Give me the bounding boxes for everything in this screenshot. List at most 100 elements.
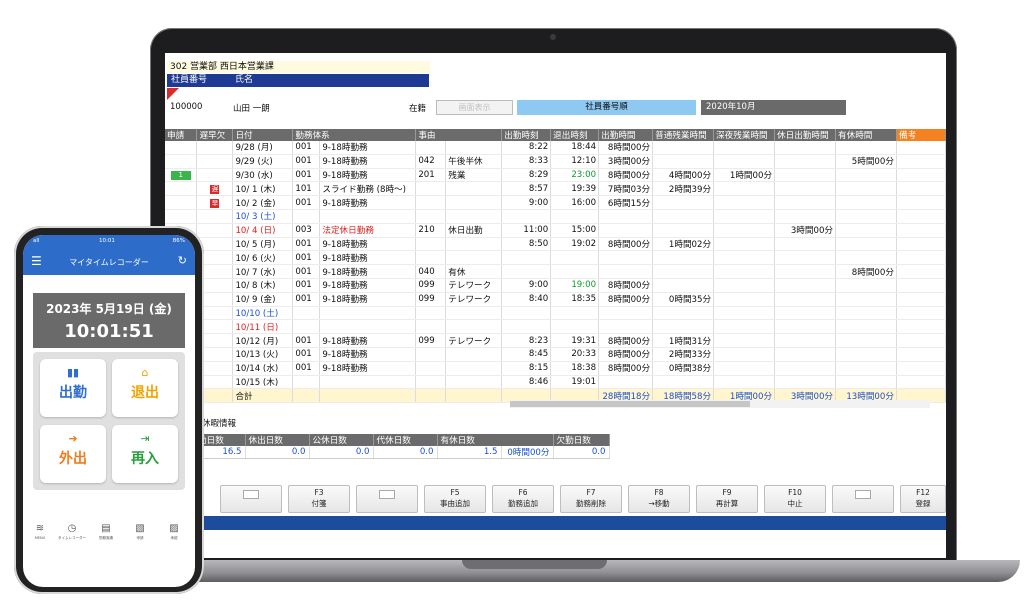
cell-shift-name[interactable]: 9-18時勤務 <box>319 195 417 210</box>
cell-holiday-work[interactable] <box>774 333 837 348</box>
cell-clock-in[interactable]: 8:45 <box>501 347 552 362</box>
cell-shift-code[interactable]: 001 <box>292 154 321 169</box>
cell-paid-leave[interactable] <box>835 181 897 197</box>
cell-reason-name[interactable] <box>445 375 503 390</box>
cell-date[interactable]: 10/10 (土) <box>232 306 294 321</box>
cell-remarks[interactable] <box>896 264 946 279</box>
nav-request[interactable]: ▧ 申請 <box>125 523 155 541</box>
cell-clock-in[interactable]: 8:15 <box>501 361 552 376</box>
cell-work-hours[interactable] <box>598 223 654 238</box>
cell-holiday-work[interactable] <box>774 181 837 197</box>
cell-shift-code[interactable]: 001 <box>292 361 321 376</box>
cell-remarks[interactable] <box>896 292 946 307</box>
cell-date[interactable]: 10/ 8 (木) <box>232 278 294 293</box>
cell-remarks[interactable] <box>896 361 946 376</box>
cell-clock-out[interactable]: 19:01 <box>550 375 600 390</box>
cell-shift-code[interactable]: 001 <box>292 264 321 279</box>
cell-overtime[interactable]: 1時間02分 <box>652 237 715 252</box>
cell-reason-name[interactable]: 午後半休 <box>445 154 503 169</box>
cell-overtime[interactable] <box>652 223 715 238</box>
table-row[interactable]: 10/12 (月) 001 9-18時勤務 099 テレワーク 8:23 19:31 8時間0… <box>165 333 946 348</box>
cell-remarks[interactable] <box>896 141 946 155</box>
cell-night-overtime[interactable] <box>713 223 776 238</box>
cell-reason-name[interactable]: 休日出勤 <box>445 223 503 238</box>
cell-clock-out[interactable]: 19:39 <box>550 181 600 197</box>
cell-date[interactable]: 10/ 4 (日) <box>232 223 294 238</box>
nav-menu[interactable]: ≋ MENU <box>25 523 55 541</box>
cell-reason-name[interactable] <box>445 250 503 266</box>
cell-overtime[interactable] <box>652 375 715 390</box>
table-row[interactable]: 10/ 8 (木) 001 9-18時勤務 099 テレワーク 9:00 19:00 8時間0… <box>165 278 946 293</box>
cell-date[interactable]: 10/15 (木) <box>232 375 294 390</box>
cell-reason-code[interactable]: 099 <box>415 292 447 307</box>
cell-reason-code[interactable]: 201 <box>415 168 447 183</box>
nav-attendance[interactable]: ▤ 勤務実績 <box>91 523 121 541</box>
employee-number[interactable]: 100000 <box>170 102 202 112</box>
cell-reason-name[interactable]: 残業 <box>445 168 503 183</box>
cell-remarks[interactable] <box>896 195 946 210</box>
cell-clock-out[interactable] <box>550 306 600 321</box>
clock-out-button[interactable]: ⌂ 退出 <box>112 359 178 417</box>
cell-clock-in[interactable]: 8:23 <box>501 333 552 348</box>
cell-work-hours[interactable] <box>598 209 654 224</box>
fkey-f3-button[interactable]: F3 付箋 <box>288 485 350 513</box>
fkey-f7-button[interactable]: F7 勤務削除 <box>560 485 622 513</box>
cell-clock-out[interactable]: 19:02 <box>550 237 600 252</box>
cell-overtime[interactable]: 0時間38分 <box>652 361 715 376</box>
fkey-blank-button[interactable] <box>356 485 418 513</box>
cell-shift-code[interactable]: 101 <box>292 181 321 197</box>
cell-night-overtime[interactable] <box>713 319 776 335</box>
cell-shift-name[interactable]: 9-18時勤務 <box>319 250 417 266</box>
cell-overtime[interactable] <box>652 319 715 335</box>
cell-holiday-work[interactable] <box>774 209 837 224</box>
cell-clock-in[interactable]: 8:40 <box>501 292 552 307</box>
cell-shift-name[interactable]: 9-18時勤務 <box>319 237 417 252</box>
cell-reason-code[interactable]: 210 <box>415 223 447 238</box>
cell-clock-out[interactable]: 16:00 <box>550 195 600 210</box>
cell-shift-name[interactable] <box>319 375 417 390</box>
cell-paid-leave[interactable] <box>835 333 897 348</box>
cell-clock-out[interactable] <box>550 250 600 266</box>
cell-remarks[interactable] <box>896 306 946 321</box>
scrollbar-thumb[interactable] <box>510 401 750 407</box>
cell-night-overtime[interactable] <box>713 292 776 307</box>
table-row[interactable]: 10/ 9 (金) 001 9-18時勤務 099 テレワーク 8:40 18:35 8時間0… <box>165 292 946 307</box>
cell-clock-in[interactable]: 8:29 <box>501 168 552 183</box>
cell-date[interactable]: 10/ 6 (火) <box>232 250 294 266</box>
cell-work-hours[interactable] <box>598 306 654 321</box>
cell-date[interactable]: 10/12 (月) <box>232 333 294 348</box>
cell-late-early[interactable] <box>196 209 234 224</box>
cell-clock-out[interactable]: 23:00 <box>550 168 600 183</box>
cell-date[interactable]: 10/ 5 (月) <box>232 237 294 252</box>
cell-reason-name[interactable] <box>445 195 503 210</box>
cell-date[interactable]: 10/ 9 (金) <box>232 292 294 307</box>
table-row[interactable]: 10/10 (土) <box>165 306 946 321</box>
cell-shift-name[interactable] <box>319 319 417 335</box>
cell-shift-code[interactable]: 003 <box>292 223 321 238</box>
cell-application[interactable] <box>165 181 198 197</box>
cell-clock-out[interactable]: 18:38 <box>550 361 600 376</box>
cell-paid-leave[interactable] <box>835 319 897 335</box>
cell-date[interactable]: 10/11 (日) <box>232 319 294 335</box>
cell-holiday-work[interactable] <box>774 264 837 279</box>
cell-shift-code[interactable]: 001 <box>292 278 321 293</box>
cell-holiday-work[interactable] <box>774 306 837 321</box>
cell-clock-in[interactable]: 8:57 <box>501 181 552 197</box>
cell-work-hours[interactable]: 8時間00分 <box>598 278 654 293</box>
application-badge[interactable]: 1 <box>170 170 191 180</box>
table-row[interactable]: 9/28 (月) 001 9-18時勤務 8:22 18:44 8時間00分 <box>165 141 946 155</box>
cell-overtime[interactable] <box>652 278 715 293</box>
cell-remarks[interactable] <box>896 319 946 335</box>
cell-remarks[interactable] <box>896 223 946 238</box>
cell-overtime[interactable] <box>652 306 715 321</box>
cell-paid-leave[interactable] <box>835 195 897 210</box>
cell-paid-leave[interactable] <box>835 141 897 155</box>
cell-holiday-work[interactable] <box>774 319 837 335</box>
cell-clock-in[interactable]: 11:00 <box>501 223 552 238</box>
cell-shift-name[interactable]: 9-18時勤務 <box>319 292 417 307</box>
cell-overtime[interactable] <box>652 250 715 266</box>
cell-shift-name[interactable]: 9-18時勤務 <box>319 347 417 362</box>
cell-overtime[interactable]: 0時間35分 <box>652 292 715 307</box>
cell-paid-leave[interactable] <box>835 306 897 321</box>
cell-clock-in[interactable]: 9:00 <box>501 195 552 210</box>
